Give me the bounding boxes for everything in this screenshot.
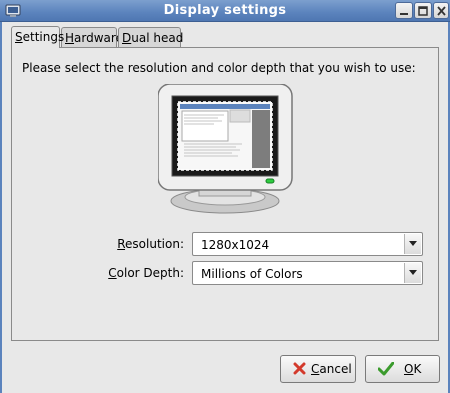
tab-hardware-mnemonic: H	[65, 31, 75, 45]
minimize-button[interactable]	[395, 2, 413, 19]
tab-hardware[interactable]: Hardware	[61, 27, 123, 47]
chevron-down-icon[interactable]	[404, 263, 421, 283]
tab-hardware-label: ardware	[74, 31, 123, 45]
monitor-illustration	[158, 84, 293, 214]
resolution-label-text: esolution:	[125, 237, 184, 251]
tab-settings-mnemonic: S	[15, 30, 23, 44]
tab-dual-head[interactable]: Dual head	[118, 27, 184, 47]
tab-settings[interactable]: Settings	[11, 26, 64, 48]
maximize-icon	[418, 6, 428, 16]
red-x-icon	[293, 362, 306, 378]
close-icon	[437, 6, 446, 16]
window-frame-left	[0, 22, 2, 393]
cancel-label-text: ancel	[319, 362, 352, 376]
color-depth-dropdown[interactable]: Millions of Colors	[192, 261, 423, 285]
resolution-mnemonic: R	[117, 237, 126, 251]
ok-button[interactable]: OK	[365, 355, 440, 383]
color-depth-mnemonic: C	[108, 266, 117, 280]
chevron-down-icon[interactable]	[404, 234, 421, 254]
color-depth-value: Millions of Colors	[201, 267, 303, 281]
tab-settings-label: ettings	[22, 30, 65, 44]
resolution-dropdown[interactable]: 1280x1024	[192, 232, 423, 256]
instructions-text: Please select the resolution and color d…	[22, 61, 416, 75]
maximize-button[interactable]	[414, 2, 432, 19]
tab-dual-head-label: ual head	[131, 31, 184, 45]
color-depth-label: Color Depth:	[4, 266, 184, 280]
cancel-label: Cancel	[311, 362, 352, 376]
ok-label-text: K	[413, 362, 422, 376]
title-bar[interactable]: Display settings	[0, 0, 450, 22]
resolution-label: Resolution:	[4, 237, 184, 251]
close-button[interactable]	[433, 2, 449, 19]
cancel-button[interactable]: Cancel	[280, 355, 356, 383]
color-depth-label-text: olor Depth:	[116, 266, 184, 280]
green-checkmark-icon	[377, 361, 395, 379]
window-title: Display settings	[163, 3, 287, 18]
tab-dual-head-mnemonic: D	[122, 31, 132, 45]
ok-label: OK	[404, 362, 421, 376]
resolution-value: 1280x1024	[201, 238, 270, 252]
minimize-icon	[400, 13, 408, 15]
